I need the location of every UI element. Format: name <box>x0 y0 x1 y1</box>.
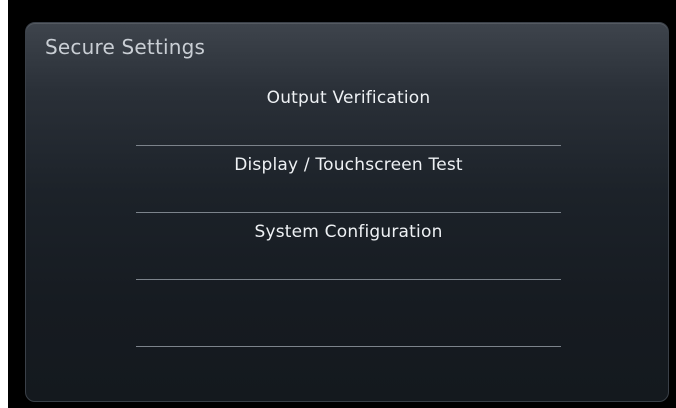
menu-item-display-touchscreen-test[interactable]: Display / Touchscreen Test <box>136 146 561 213</box>
panel-title: Secure Settings <box>45 35 206 59</box>
menu-divider <box>136 346 561 347</box>
menu-item-label: Output Verification <box>266 88 431 108</box>
menu-item-label: Display / Touchscreen Test <box>234 155 463 175</box>
menu-item-output-verification[interactable]: Output Verification <box>136 79 561 146</box>
menu-item-system-configuration[interactable]: System Configuration <box>136 213 561 280</box>
settings-menu: Output Verification Display / Touchscree… <box>136 79 561 347</box>
device-frame: Secure Settings Output Verification Disp… <box>8 0 676 408</box>
secure-settings-panel: Secure Settings Output Verification Disp… <box>25 22 669 402</box>
menu-item-label: System Configuration <box>254 222 443 242</box>
menu-item-empty[interactable] <box>136 280 561 347</box>
